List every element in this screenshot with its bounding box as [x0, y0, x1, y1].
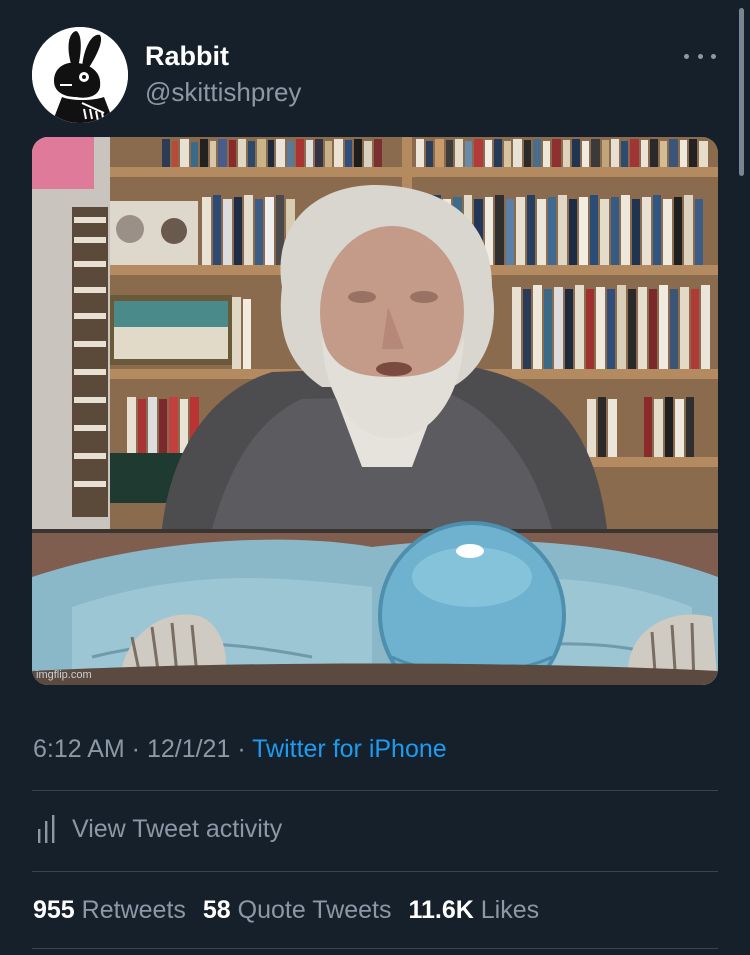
scrollbar[interactable] [739, 8, 744, 176]
more-dot [684, 53, 689, 59]
divider [32, 948, 718, 949]
imgflip-watermark: imgflip.com [36, 669, 92, 681]
author-display-name[interactable]: Rabbit [145, 40, 229, 72]
more-dot [697, 53, 703, 59]
quote-tweets-label: Quote Tweets [237, 896, 392, 924]
tweet-detail-page: Rabbit @skittishprey imgflip.com 6:12 AM… [0, 0, 750, 955]
more-dot [711, 53, 716, 59]
avatar[interactable] [32, 27, 128, 123]
view-tweet-activity-label: View Tweet activity [72, 814, 283, 843]
more-options-icon[interactable] [682, 44, 718, 68]
tweet-meta: 6:12 AM · 12/1/21 · Twitter for iPhone [33, 733, 447, 765]
retweets-label: Retweets [81, 896, 186, 924]
analytics-bars-icon [38, 815, 55, 843]
likes-stat[interactable]: 11.6K Likes [408, 893, 539, 927]
rabbit-avatar-icon [32, 27, 128, 123]
likes-label: Likes [480, 896, 540, 924]
likes-count: 11.6K [408, 896, 474, 924]
tweet-time[interactable]: 6:12 AM [33, 735, 125, 763]
quote-tweets-stat[interactable]: 58 Quote Tweets [203, 893, 392, 927]
divider [32, 871, 718, 872]
tweet-stats: 955 Retweets 58 Quote Tweets 11.6K Likes [33, 893, 556, 927]
retweets-stat[interactable]: 955 Retweets [33, 893, 186, 927]
view-tweet-activity-button[interactable]: View Tweet activity [36, 812, 282, 846]
tweet-media-gif[interactable]: imgflip.com [32, 137, 718, 685]
retweets-count: 955 [33, 896, 75, 924]
divider [32, 790, 718, 791]
tweet-date[interactable]: 12/1/21 [147, 735, 230, 763]
meta-separator: · [124, 735, 147, 763]
tweet-source-link[interactable]: Twitter for iPhone [252, 735, 447, 763]
quote-tweets-count: 58 [202, 896, 231, 924]
author-handle[interactable]: @skittishprey [145, 76, 301, 108]
meta-separator: · [230, 735, 253, 763]
gif-frame-illustration [32, 137, 718, 685]
